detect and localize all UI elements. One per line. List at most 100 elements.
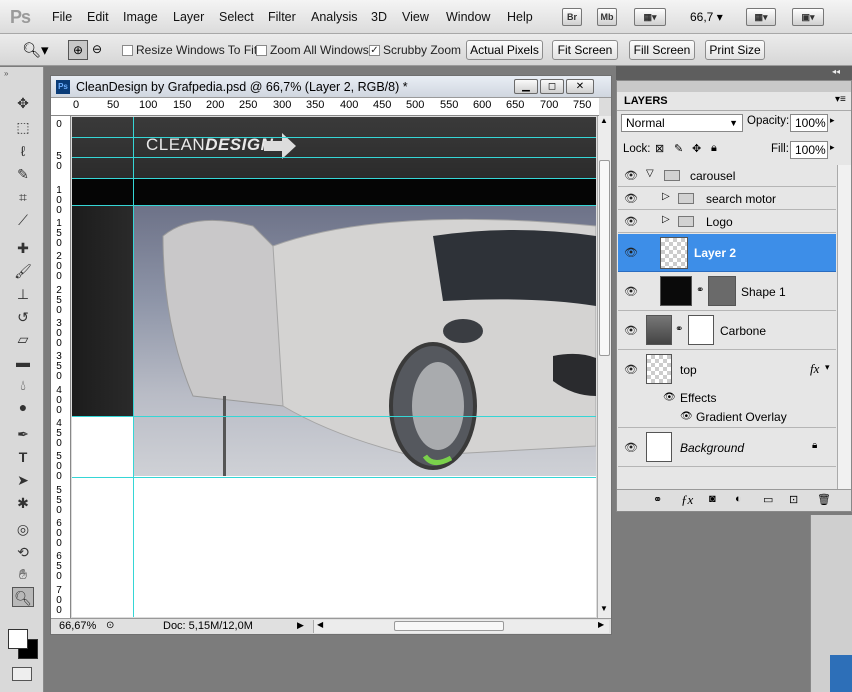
collapse-icon[interactable]: »	[4, 69, 8, 78]
zoom-tool-active-icon[interactable]: 🔍︎	[12, 587, 34, 607]
zoom-in-icon[interactable]: ⊕	[68, 40, 88, 60]
menu-select[interactable]: Select	[219, 10, 254, 24]
link-icon[interactable]: ⚭	[696, 285, 704, 296]
fill-input[interactable]: 100%	[790, 141, 828, 159]
guide-horizontal[interactable]	[72, 137, 596, 138]
minibridge-button[interactable]: Mb	[597, 8, 617, 26]
vertical-scrollbar[interactable]: ▲ ▼	[597, 116, 611, 618]
fill-dropdown-icon[interactable]: ▸	[830, 142, 835, 153]
guide-horizontal[interactable]	[72, 205, 596, 206]
view-extras-button[interactable]: ▦▾	[634, 8, 666, 26]
panel-grip[interactable]	[617, 81, 851, 92]
lock-all-icon[interactable]: 🔒︎	[711, 142, 717, 155]
status-menu-arrow-icon[interactable]: ▶	[297, 620, 304, 631]
new-group-icon[interactable]: ▭	[763, 493, 773, 506]
crop-tool-icon[interactable]: ⌗	[12, 187, 34, 207]
eye-icon[interactable]: 👁︎	[624, 246, 638, 259]
layers-tab[interactable]: LAYERS	[619, 92, 673, 110]
minimize-button[interactable]: ▁	[514, 79, 538, 94]
menu-analysis[interactable]: Analysis	[311, 10, 358, 24]
guide-horizontal[interactable]	[72, 157, 596, 158]
eye-icon[interactable]: 👁︎	[624, 215, 638, 228]
new-layer-icon[interactable]: ⊡	[789, 493, 798, 506]
foreground-color-swatch-top[interactable]	[8, 629, 28, 649]
trash-icon[interactable]: 🗑︎	[817, 493, 831, 506]
menu-3d[interactable]: 3D	[371, 10, 387, 24]
document-canvas[interactable]: CLEANDESIGN	[72, 117, 596, 617]
3d-orbit-tool-icon[interactable]: ⟲	[12, 542, 34, 562]
maximize-button[interactable]: ◻	[540, 79, 564, 94]
brush-tool-icon[interactable]: 🖌︎	[12, 261, 34, 281]
checkbox-box[interactable]	[256, 44, 267, 56]
scrubby-zoom-checkbox[interactable]: ✓ Scrubby Zoom	[369, 43, 461, 57]
checkbox-box-checked[interactable]: ✓	[369, 44, 380, 56]
menu-image[interactable]: Image	[123, 10, 158, 24]
marquee-tool-icon[interactable]: ⬚	[12, 117, 34, 137]
menu-edit[interactable]: Edit	[87, 10, 109, 24]
checkbox-box[interactable]	[122, 44, 133, 56]
shape-tool-icon[interactable]: ✱	[12, 493, 34, 513]
hand-tool-icon[interactable]: ✋︎	[12, 564, 34, 584]
gradient-tool-icon[interactable]: ▬	[12, 352, 34, 372]
menu-file[interactable]: File	[52, 10, 72, 24]
eye-icon[interactable]: 👁︎	[680, 411, 693, 422]
pen-tool-icon[interactable]: ✒︎	[12, 424, 34, 444]
effects-row[interactable]: 👁︎ Effects	[618, 389, 836, 408]
eye-icon[interactable]: 👁︎	[624, 363, 638, 376]
layer-row-shape-1[interactable]: 👁︎ ⚭ Shape 1	[618, 273, 836, 311]
vertical-scroll-thumb[interactable]	[599, 160, 610, 356]
layer-row-logo[interactable]: 👁︎ ▷ Logo	[618, 211, 836, 233]
group-collapsed-icon[interactable]: ▷	[662, 191, 670, 202]
layer-row-top[interactable]: 👁︎ top fx ▾	[618, 351, 836, 389]
guide-horizontal[interactable]	[72, 477, 596, 478]
resize-windows-checkbox[interactable]: Resize Windows To Fit	[122, 43, 257, 57]
link-layers-icon[interactable]: ⚭	[653, 493, 662, 506]
actual-pixels-button[interactable]: Actual Pixels	[466, 40, 543, 60]
lasso-tool-icon[interactable]: ℓ	[12, 141, 34, 161]
guide-vertical[interactable]	[133, 117, 134, 617]
close-button[interactable]: ✕	[566, 79, 594, 94]
zoom-out-icon[interactable]: ⊖	[89, 40, 105, 60]
menu-filter[interactable]: Filter	[268, 10, 296, 24]
zoom-tool-icon[interactable]: 🔍︎▾	[22, 41, 49, 59]
zoom-all-windows-checkbox[interactable]: Zoom All Windows	[256, 43, 369, 57]
horizontal-scroll-thumb[interactable]	[394, 621, 504, 631]
lock-transparent-icon[interactable]: ⊠	[655, 142, 664, 155]
eye-icon[interactable]: 👁︎	[663, 392, 676, 403]
opacity-dropdown-icon[interactable]: ▸	[830, 115, 835, 126]
fill-screen-button[interactable]: Fill Screen	[629, 40, 695, 60]
adjustment-layer-icon[interactable]: ◐	[735, 493, 742, 505]
blur-tool-icon[interactable]: 💧︎	[12, 375, 34, 395]
fx-icon[interactable]: fx	[810, 361, 819, 377]
eye-icon[interactable]: 👁︎	[624, 285, 638, 298]
collapse-panels-icon[interactable]: ◂◂	[832, 67, 840, 76]
scroll-left-icon[interactable]: ◀	[317, 620, 323, 629]
add-style-fx-icon[interactable]: ƒx	[681, 492, 693, 508]
gradient-overlay-row[interactable]: 👁︎ Gradient Overlay	[618, 408, 836, 428]
print-size-button[interactable]: Print Size	[705, 40, 765, 60]
document-title-bar[interactable]: Ps CleanDesign by Grafpedia.psd @ 66,7% …	[51, 76, 611, 98]
screen-mode-button[interactable]: ▣▾	[792, 8, 824, 26]
eyedropper-tool-icon[interactable]: ⟋	[12, 210, 34, 230]
status-zoom-value[interactable]: 66,67%	[59, 620, 96, 632]
menu-help[interactable]: Help	[507, 10, 533, 24]
scroll-down-icon[interactable]: ▼	[600, 604, 608, 613]
menu-window[interactable]: Window	[446, 10, 490, 24]
horizontal-scrollbar[interactable]: ◀ ▶	[313, 620, 609, 633]
path-selection-tool-icon[interactable]: ➤	[12, 470, 34, 490]
lock-image-icon[interactable]: ✎	[674, 142, 683, 155]
layer-row-carousel[interactable]: 👁︎ ▽ carousel	[618, 165, 836, 187]
bridge-button[interactable]: Br	[562, 8, 582, 26]
3d-rotate-tool-icon[interactable]: ◎	[12, 519, 34, 539]
effects-toggle-icon[interactable]: ▾	[825, 362, 830, 373]
opacity-input[interactable]: 100%	[790, 114, 828, 132]
eye-icon[interactable]: 👁︎	[624, 192, 638, 205]
layer-row-background[interactable]: 👁︎ Background 🔒︎	[618, 429, 836, 467]
guide-horizontal[interactable]	[72, 178, 596, 179]
dodge-tool-icon[interactable]: ●	[12, 397, 34, 417]
zoom-level-dropdown[interactable]: 66,7 ▾	[690, 10, 723, 24]
quick-mask-icon[interactable]	[12, 667, 32, 681]
eye-icon[interactable]: 👁︎	[624, 324, 638, 337]
quick-selection-tool-icon[interactable]: ✎	[12, 164, 34, 184]
horizontal-ruler[interactable]: 0 50 100 150 200 250 300 350 400 450 500…	[51, 98, 599, 116]
